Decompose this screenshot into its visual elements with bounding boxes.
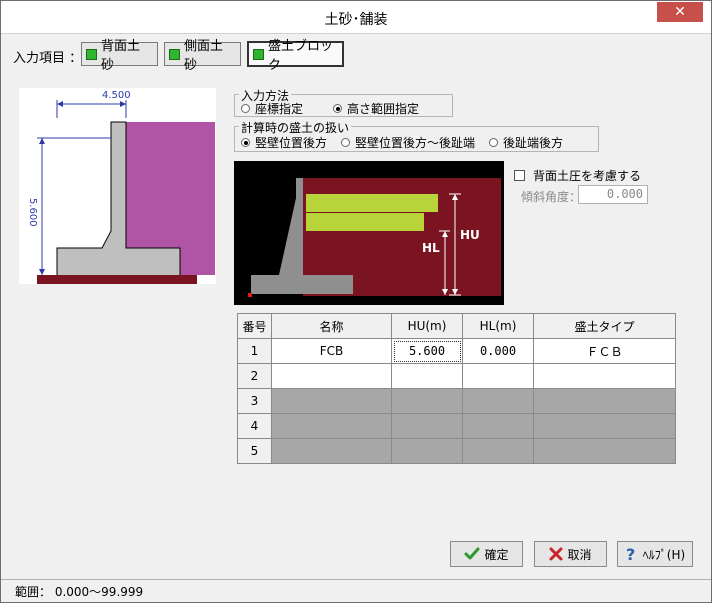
range-status: 範囲： 0.000～99.999: [15, 585, 144, 599]
status-bar: 範囲： 0.000～99.999: [1, 579, 711, 602]
cell-hl[interactable]: 0.000: [462, 338, 534, 364]
cell-type[interactable]: ＦＣＢ: [533, 338, 676, 364]
preview-drawing: [37, 100, 215, 284]
checkbox-box: [514, 170, 525, 181]
ok-button-label: 確定: [484, 547, 509, 562]
help-button-label: ﾍﾙﾌﾟ(H): [642, 547, 686, 562]
input-items-label: 入力項目 ：: [13, 51, 83, 66]
calc-handling-group: 計算時の盛土の扱い 竪壁位置後方 竪壁位置後方～後趾端 後趾端後方: [234, 119, 599, 152]
cell-hu: [391, 413, 463, 439]
col-header-number: 番号: [237, 313, 272, 339]
radio-behind-heel-label: 後趾端後方: [503, 136, 564, 150]
radio-coordinate[interactable]: 座標指定: [241, 100, 303, 117]
row-number: 4: [237, 413, 272, 439]
cell-hl: [462, 413, 534, 439]
close-button[interactable]: ✕: [657, 2, 703, 22]
table-row: 1 FCB 5.600 0.000 ＦＣＢ: [237, 338, 676, 364]
cell-name: [271, 438, 392, 464]
cancel-button-label: 取消: [567, 547, 592, 562]
cell-type: [533, 388, 676, 414]
tab-side-soil[interactable]: 側面土砂: [164, 39, 241, 73]
hl-label: HL: [422, 241, 440, 255]
row-number: 2: [237, 363, 272, 389]
table-row: 2: [237, 363, 676, 389]
cell-name: [271, 388, 392, 414]
title-bar: 土砂･舗装 ✕: [1, 1, 711, 34]
width-dimension-label: 4.500: [102, 90, 131, 101]
svg-text:?: ?: [626, 546, 635, 562]
hu-label: HU: [460, 228, 480, 242]
cell-name: [271, 413, 392, 439]
radio-behind-wall[interactable]: 竪壁位置後方: [241, 134, 327, 151]
dialog-window: 土砂･舗装 ✕ 入力項目 ： 背面土砂 側面土砂 盛土ブロック 4.500 5.…: [0, 0, 712, 603]
ground-line: [37, 275, 197, 284]
cell-name[interactable]: FCB: [271, 338, 392, 364]
block-table: 番号 名称 HU(m) HL(m) 盛土タイプ 1 FCB 5.600 0.00…: [237, 313, 676, 464]
question-icon: ?: [626, 546, 635, 562]
row-number: 5: [237, 438, 272, 464]
angle-label: 傾斜角度：: [521, 190, 582, 204]
tab-side-soil-label: 側面土砂: [184, 39, 224, 73]
radio-behind-wall-to-heel-label: 竪壁位置後方～後趾端: [355, 136, 476, 150]
radio-behind-wall-to-heel[interactable]: 竪壁位置後方～後趾端: [341, 134, 475, 151]
cell-hl[interactable]: [462, 363, 534, 389]
col-header-name: 名称: [271, 313, 392, 339]
back-pressure-checkbox[interactable]: 背面土圧を考慮する: [514, 167, 641, 184]
angle-input[interactable]: 0.000: [578, 185, 648, 204]
table-row: 4: [237, 413, 676, 439]
cell-hu: [391, 438, 463, 464]
radio-circle: [489, 138, 499, 147]
radio-coordinate-label: 座標指定: [255, 102, 304, 116]
height-dimension-label: 5.600: [27, 198, 38, 227]
block-diagram: HU HL: [234, 161, 504, 305]
cancel-button[interactable]: 取消: [534, 541, 607, 567]
cell-hu: [391, 388, 463, 414]
radio-circle: [341, 138, 351, 147]
tab-back-soil[interactable]: 背面土砂: [81, 39, 158, 73]
table-row: 3: [237, 388, 676, 414]
x-icon: [549, 547, 563, 561]
tab-embankment-block-label: 盛土ブロック: [268, 39, 334, 73]
radio-circle-checked: [241, 138, 250, 147]
col-header-hl: HL(m): [462, 313, 534, 339]
radio-height-range[interactable]: 高さ範囲指定: [333, 100, 419, 117]
window-title: 土砂･舗装: [324, 12, 388, 28]
checkmark-icon: [464, 547, 480, 560]
cell-hu[interactable]: 5.600: [391, 338, 463, 364]
cell-name[interactable]: [271, 363, 392, 389]
green-square-icon: [253, 48, 264, 60]
cell-type: [533, 438, 676, 464]
cell-hl: [462, 388, 534, 414]
radio-height-range-label: 高さ範囲指定: [347, 102, 420, 116]
radio-circle-checked: [333, 104, 343, 113]
cell-type: [533, 413, 676, 439]
input-method-group: 入力方法 座標指定 高さ範囲指定: [234, 87, 453, 117]
ok-button[interactable]: 確定: [450, 541, 523, 567]
back-pressure-checkbox-label: 背面土圧を考慮する: [533, 169, 642, 183]
structure-preview: 4.500 5.600: [19, 88, 216, 284]
col-header-hu: HU(m): [391, 313, 463, 339]
radio-behind-wall-label: 竪壁位置後方: [255, 136, 328, 150]
row-number: 3: [237, 388, 272, 414]
table-row: 5: [237, 438, 676, 464]
cell-hu[interactable]: [391, 363, 463, 389]
help-button[interactable]: ? ﾍﾙﾌﾟ(H): [617, 541, 693, 567]
tab-back-soil-label: 背面土砂: [101, 39, 141, 73]
radio-circle: [241, 104, 250, 113]
radio-behind-heel[interactable]: 後趾端後方: [489, 134, 563, 151]
tab-embankment-block[interactable]: 盛土ブロック: [247, 39, 344, 73]
row-number: 1: [237, 338, 272, 364]
embankment-block-lower: [306, 213, 424, 231]
col-header-type: 盛土タイプ: [533, 313, 676, 339]
table-header-row: 番号 名称 HU(m) HL(m) 盛土タイプ: [237, 313, 676, 339]
embankment-block-upper: [306, 194, 438, 212]
green-square-icon: [169, 48, 180, 60]
cell-type[interactable]: [533, 363, 676, 389]
cell-hl: [462, 438, 534, 464]
green-square-icon: [86, 48, 97, 60]
